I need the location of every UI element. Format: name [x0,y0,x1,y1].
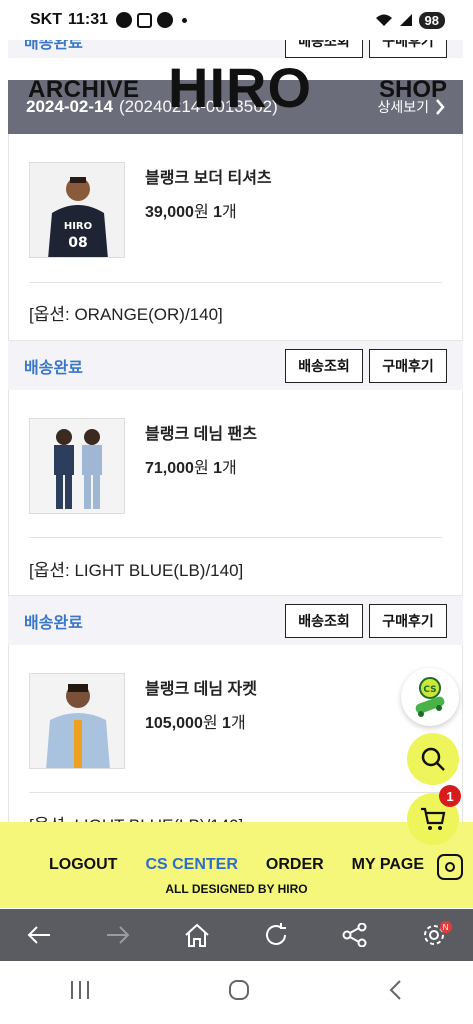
hiro-logo[interactable]: HIRO [168,58,312,118]
site-footer: LOGOUT CS CENTER ORDER MY PAGE ALL DESIG… [0,822,473,908]
battery-indicator: 98 [418,11,445,29]
currency-unit: 원 [202,715,218,732]
footer-credit: ALL DESIGNED BY HIRO [165,882,308,896]
svg-text:08: 08 [68,235,87,251]
product-name[interactable]: 블랭크 데님 자켓 [145,675,257,699]
instagram-icon[interactable] [437,854,463,880]
product-price-line: 39,000원 1개 [145,198,237,222]
share-button[interactable] [335,915,375,955]
search-button[interactable] [407,733,459,785]
settings-button[interactable]: N [414,915,454,955]
order-item: 블랭크 데님 팬츠 71,000원 1개 [옵션: LIGHT BLUE(LB)… [8,390,463,595]
write-review-button[interactable]: 구매후기 [369,348,447,383]
divider [29,792,442,793]
product-name[interactable]: 블랭크 데님 팬츠 [145,420,257,444]
settings-new-badge: N [439,921,452,933]
system-nav-bar [0,961,473,1024]
svg-text:CS: CS [423,685,436,695]
product-price: 71,000 [145,460,194,477]
home-icon [185,923,209,947]
check-icon [157,12,174,28]
product-thumbnail[interactable] [29,673,125,769]
product-price-line: 105,000원 1개 [145,709,246,733]
product-name[interactable]: 블랭크 보더 티셔츠 [145,164,272,188]
moon-icon [116,12,133,28]
product-photo-denim-pants [30,419,124,513]
divider [29,537,442,538]
product-photo-denim-jacket [30,674,124,768]
qty-unit: 개 [230,715,246,732]
cart-count-badge: 1 [439,785,461,807]
recent-apps-icon [70,981,89,999]
recent-apps-button[interactable] [68,980,92,1005]
currency-unit: 원 [193,204,209,221]
home-nav-icon [228,980,249,1000]
cart-button[interactable]: 1 [407,785,461,845]
product-qty: 1 [213,204,223,221]
product-thumbnail[interactable] [29,418,125,514]
browser-toolbar: N [0,909,473,961]
product-photo-tshirt: HIRO 08 [30,163,124,257]
currency-unit: 원 [193,460,209,477]
product-price-line: 71,000원 1개 [145,454,237,478]
cs-center-link[interactable]: CS CENTER [145,856,237,874]
refresh-icon [265,923,286,945]
shop-link[interactable]: SHOP [379,76,447,104]
order-link[interactable]: ORDER [266,856,324,874]
logout-link[interactable]: LOGOUT [49,856,117,874]
back-button[interactable] [19,915,59,955]
delivery-status: 배송완료 [24,614,83,632]
product-qty: 1 [213,460,223,477]
home-nav-button[interactable] [227,979,251,1006]
footer-links: LOGOUT CS CENTER ORDER MY PAGE [0,856,473,874]
wifi-icon [375,14,392,26]
clock: 11:31 [68,11,109,28]
search-icon [421,747,445,771]
product-price: 39,000 [145,204,194,221]
carrier-label: SKT [30,11,62,28]
back-nav-icon [389,980,401,1000]
delivery-status: 배송완료 [24,359,83,377]
product-option: [옵션: ORANGE(OR)/140] [29,305,223,324]
write-review-button[interactable]: 구매후기 [369,603,447,638]
qty-unit: 개 [222,204,237,221]
arrow-right-icon [107,926,130,944]
mypage-link[interactable]: MY PAGE [352,856,424,874]
skateboard-mascot-icon: CS [415,677,445,717]
cs-chat-button[interactable]: CS [401,668,459,726]
track-delivery-button[interactable]: 배송조회 [285,348,363,383]
home-button[interactable] [177,915,217,955]
back-nav-button[interactable] [386,979,406,1006]
status-row: 배송완료 배송조회 구매후기 [8,340,463,390]
product-thumbnail[interactable]: HIRO 08 [29,162,125,258]
archive-link[interactable]: ARCHIVE [28,76,140,104]
product-price: 105,000 [145,715,203,732]
product-option: [옵션: LIGHT BLUE(LB)/140] [29,561,244,580]
order-item: HIRO 08 블랭크 보더 티셔츠 39,000원 1개 [옵션: ORANG… [8,134,463,340]
cart-icon [421,807,446,830]
dot-icon [182,17,188,23]
refresh-button[interactable] [256,915,296,955]
arrow-left-icon [27,926,51,944]
signal-icon [399,14,412,26]
divider [29,282,442,283]
forward-button[interactable] [98,915,138,955]
order-item: 블랭크 데님 자켓 105,000원 1개 [옵션: LIGHT BLUE(LB… [8,645,463,835]
share-icon [342,923,367,947]
qty-unit: 개 [222,460,237,477]
status-bar: SKT 11:31 98 [0,0,473,40]
svg-text:HIRO: HIRO [64,221,92,232]
product-qty: 1 [222,715,231,732]
screenshot-icon [137,12,153,28]
track-delivery-button[interactable]: 배송조회 [285,603,363,638]
status-row: 배송완료 배송조회 구매후기 [8,595,463,645]
